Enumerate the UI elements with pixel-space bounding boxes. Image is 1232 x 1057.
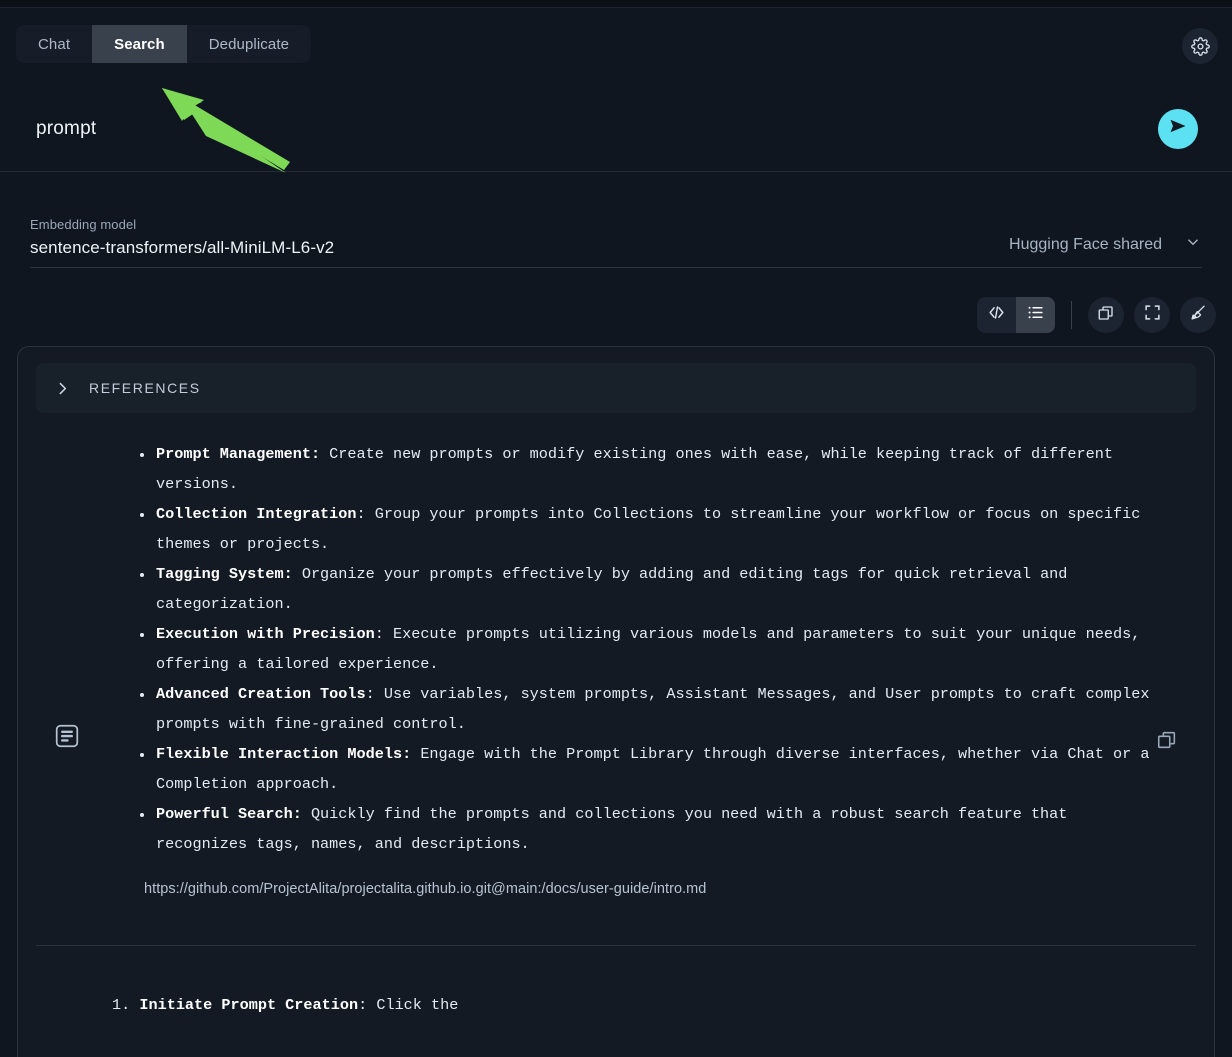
embedding-model-selector[interactable]: Embedding model sentence-transformers/al… xyxy=(0,196,1232,268)
broom-icon xyxy=(1189,303,1208,327)
feature-term: Execution with Precision xyxy=(156,625,375,643)
list-item: Collection Integration: Group your promp… xyxy=(154,499,1158,559)
gear-icon xyxy=(1191,37,1210,56)
feature-term: Advanced Creation Tools xyxy=(156,685,366,703)
list-item: Prompt Management: Create new prompts or… xyxy=(154,439,1158,499)
embedding-model-source-group[interactable]: Hugging Face shared xyxy=(1009,233,1216,268)
embedding-model-info: Embedding model sentence-transformers/al… xyxy=(30,217,1009,268)
fullscreen-button[interactable] xyxy=(1134,297,1170,333)
source-url-link[interactable]: https://github.com/ProjectAlita/projecta… xyxy=(144,881,1158,897)
feature-text: Organize your prompts effectively by add… xyxy=(156,565,1067,613)
result-toolbar xyxy=(977,297,1216,333)
embedding-model-source: Hugging Face shared xyxy=(1009,236,1162,254)
tab-deduplicate[interactable]: Deduplicate xyxy=(187,25,311,63)
view-mode-group xyxy=(977,297,1055,333)
settings-button[interactable] xyxy=(1182,28,1218,64)
list-item: Tagging System: Organize your prompts ef… xyxy=(154,559,1158,619)
feature-term: Tagging System: xyxy=(156,565,293,583)
message-block: Prompt Management: Create new prompts or… xyxy=(18,413,1214,915)
mode-tabs: Chat Search Deduplicate xyxy=(16,25,311,63)
tab-chat[interactable]: Chat xyxy=(16,25,92,63)
item-text: : Click the xyxy=(358,996,458,1014)
window-top-edge xyxy=(0,0,1232,8)
feature-term: Flexible Interaction Models: xyxy=(156,745,411,763)
list-item: Advanced Creation Tools: Use variables, … xyxy=(154,679,1158,739)
search-query-row: prompt xyxy=(0,86,1232,172)
tab-bar: Chat Search Deduplicate xyxy=(0,8,1232,80)
item-term: Initiate Prompt Creation xyxy=(139,996,358,1014)
list-item: Execution with Precision: Execute prompt… xyxy=(154,619,1158,679)
fullscreen-icon xyxy=(1144,304,1161,326)
copy-message-button[interactable] xyxy=(1156,729,1178,751)
item-number: 1. xyxy=(112,996,130,1014)
feature-list: Prompt Management: Create new prompts or… xyxy=(128,439,1158,859)
document-icon xyxy=(54,723,80,749)
next-message-item: 1. Initiate Prompt Creation: Click the xyxy=(112,990,1214,1020)
list-icon xyxy=(1026,303,1045,327)
clear-button[interactable] xyxy=(1180,297,1216,333)
send-icon xyxy=(1168,116,1188,141)
tab-search[interactable]: Search xyxy=(92,25,187,63)
embedding-model-value: sentence-transformers/all-MiniLM-L6-v2 xyxy=(30,238,1009,268)
chevron-down-icon[interactable] xyxy=(1184,233,1202,256)
feature-term: Collection Integration xyxy=(156,505,357,523)
feature-term: Prompt Management: xyxy=(156,445,320,463)
feature-term: Powerful Search: xyxy=(156,805,302,823)
copy-all-button[interactable] xyxy=(1088,297,1124,333)
view-code-button[interactable] xyxy=(977,297,1016,333)
chevron-right-icon xyxy=(54,380,71,397)
copy-icon xyxy=(1097,304,1115,327)
toolbar-divider xyxy=(1071,301,1072,329)
send-button[interactable] xyxy=(1158,109,1198,149)
references-label: REFERENCES xyxy=(89,380,201,396)
list-item: Flexible Interaction Models: Engage with… xyxy=(154,739,1158,799)
view-list-button[interactable] xyxy=(1016,297,1055,333)
list-item: Powerful Search: Quickly find the prompt… xyxy=(154,799,1158,859)
code-icon xyxy=(987,303,1006,327)
embedding-model-label: Embedding model xyxy=(30,217,1009,232)
message-separator xyxy=(36,945,1196,946)
references-accordion[interactable]: REFERENCES xyxy=(36,363,1196,413)
results-panel: REFERENCES Prompt Management: Create new… xyxy=(17,346,1215,1057)
search-input[interactable]: prompt xyxy=(36,118,1158,140)
embedding-model-underline xyxy=(30,267,1202,268)
